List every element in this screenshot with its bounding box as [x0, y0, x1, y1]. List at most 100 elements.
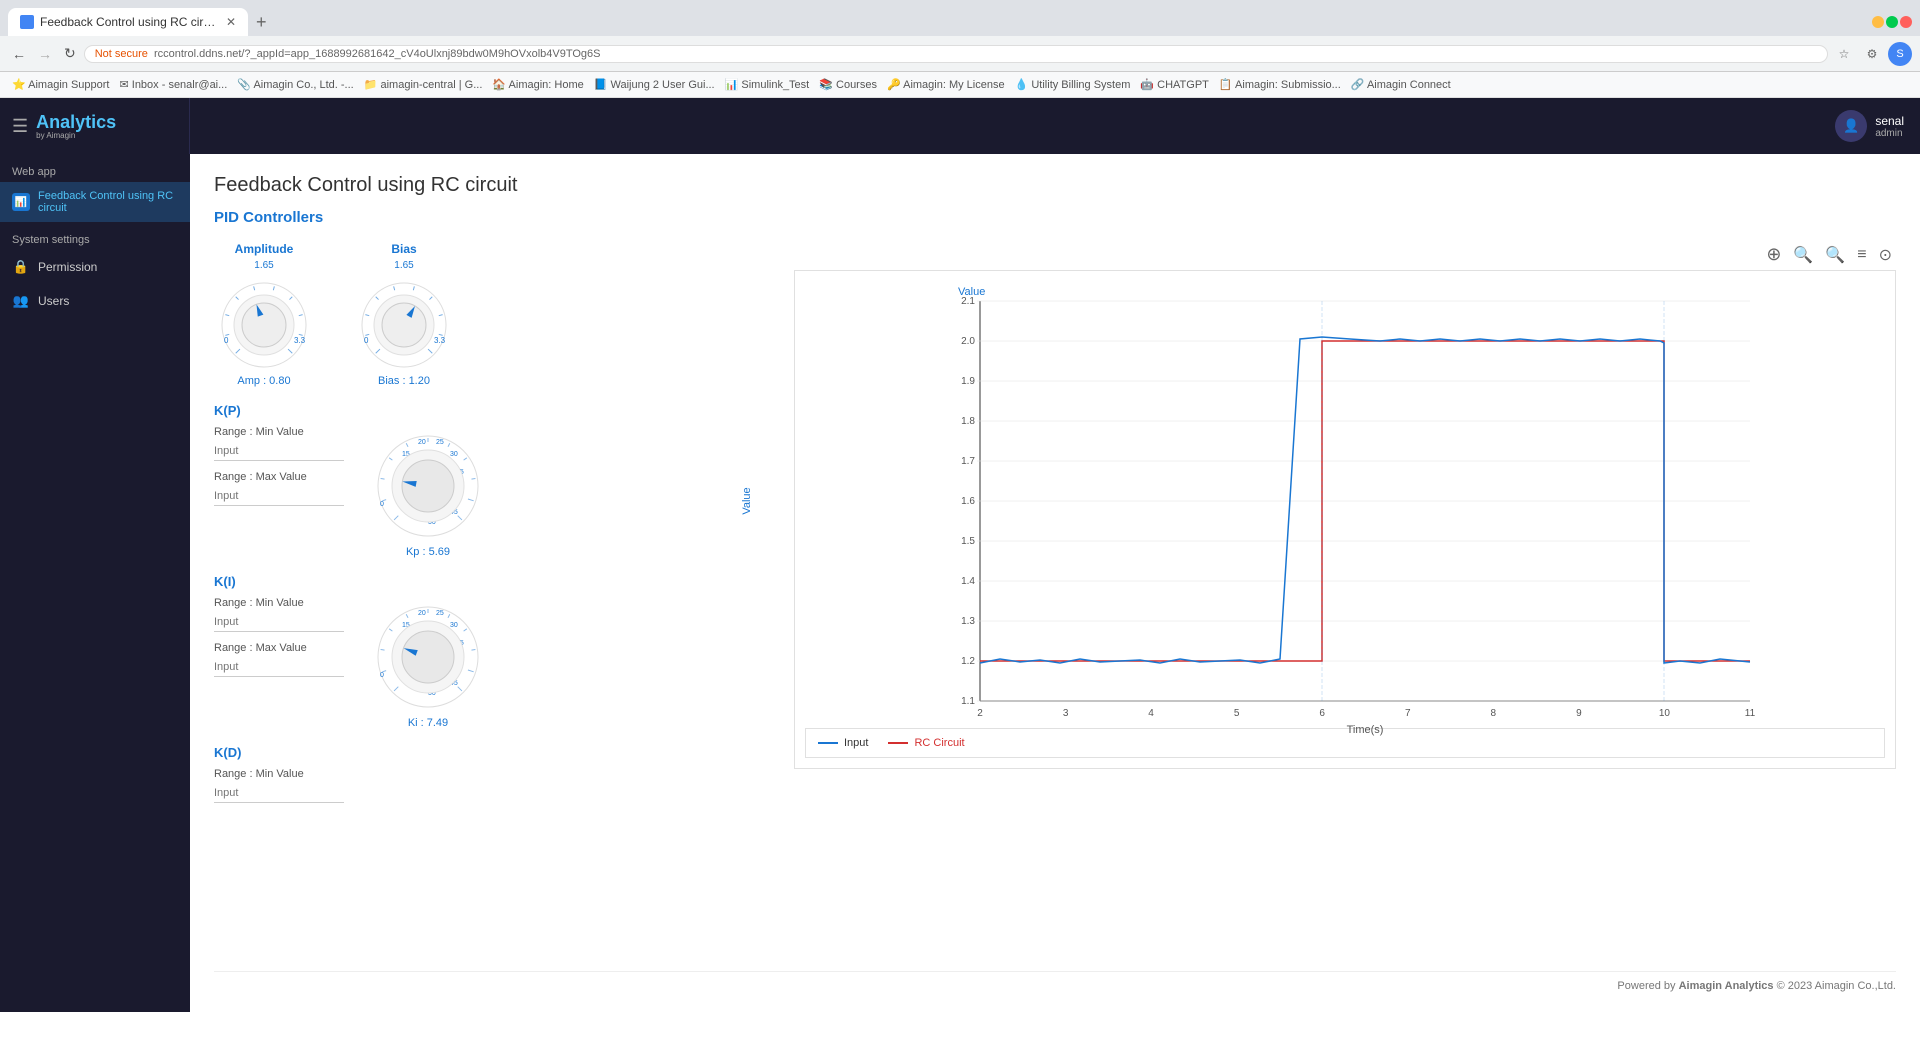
page-subtitle: PID Controllers [214, 209, 1896, 226]
kp-max-input[interactable] [214, 487, 344, 506]
bookmark-aimagin-connect[interactable]: 🔗 Aimagin Connect [1347, 78, 1455, 91]
amplitude-knob[interactable]: 0 3.3 [214, 275, 314, 375]
ki-knob[interactable]: 10 15 20 25 30 35 40 45 50 [368, 597, 488, 717]
kp-min-input[interactable] [214, 442, 344, 461]
chart-move-tool[interactable]: ⊕ [1762, 242, 1785, 267]
nav-refresh-button[interactable]: ↻ [60, 43, 80, 64]
close-button[interactable] [1900, 16, 1912, 28]
kp-label: K(P) [214, 403, 774, 418]
minimize-button[interactable] [1872, 16, 1884, 28]
svg-text:1.6: 1.6 [961, 496, 975, 507]
svg-text:8: 8 [1491, 708, 1497, 719]
user-info: senal admin [1875, 114, 1904, 139]
sidebar-feedback-label: Feedback Control using RC circuit [38, 190, 178, 214]
svg-text:0: 0 [364, 336, 369, 345]
nav-forward-button[interactable]: → [34, 44, 56, 64]
chart-list-tool[interactable]: ≡ [1853, 242, 1870, 267]
svg-text:1.7: 1.7 [961, 456, 975, 467]
kp-section: K(P) Range : Min Value Range : Max Value [214, 403, 774, 558]
bookmark-inbox[interactable]: ✉ Inbox - senalr@ai... [115, 78, 231, 91]
hamburger-icon[interactable]: ☰ [12, 116, 28, 137]
bookmark-utility-billing[interactable]: 💧 Utility Billing System [1011, 78, 1135, 91]
svg-text:25: 25 [436, 439, 444, 446]
svg-text:1.8: 1.8 [961, 416, 975, 427]
kd-min-group: Range : Min Value [214, 768, 774, 803]
bookmark-courses[interactable]: 📚 Courses [815, 78, 881, 91]
sidebar-section-settings: System settings [0, 222, 190, 250]
svg-text:1.9: 1.9 [961, 376, 975, 387]
ki-controls: Range : Min Value Range : Max Value [214, 597, 774, 729]
user-area[interactable]: 👤 senal admin [1835, 110, 1920, 142]
ki-min-label: Range : Min Value [214, 597, 344, 609]
username: senal [1875, 114, 1904, 128]
bias-group: Bias 1.65 [354, 242, 454, 387]
svg-text:5: 5 [1234, 708, 1240, 719]
kp-knob[interactable]: 10 15 20 25 30 35 40 45 50 [368, 426, 488, 546]
amplitude-value-bottom: Amp : 0.80 [237, 375, 290, 387]
bookmark-aimagin-sub[interactable]: 📋 Aimagin: Submissio... [1215, 78, 1345, 91]
svg-text:30: 30 [450, 451, 458, 458]
bookmark-my-license[interactable]: 🔑 Aimagin: My License [883, 78, 1009, 91]
tab-close-icon[interactable]: ✕ [226, 15, 236, 29]
address-text: rccontrol.ddns.net/?_appId=app_168899268… [154, 48, 601, 60]
bookmark-icon[interactable]: ☆ [1832, 42, 1856, 66]
bias-value-top: 1.65 [394, 260, 413, 271]
bookmark-aimagin-support[interactable]: ⭐ Aimagin Support [8, 78, 113, 91]
kp-min-label: Range : Min Value [214, 426, 344, 438]
nav-back-button[interactable]: ← [8, 44, 30, 64]
bookmark-waijung[interactable]: 📘 Waijung 2 User Gui... [590, 78, 719, 91]
sidebar-item-feedback[interactable]: 📊 Feedback Control using RC circuit [0, 182, 190, 222]
bookmark-chatgpt[interactable]: 🤖 CHATGPT [1136, 78, 1213, 91]
svg-text:0: 0 [224, 336, 229, 345]
sidebar-item-permission[interactable]: 🔒 Permission [0, 250, 190, 284]
extensions-icon[interactable]: ⚙ [1860, 42, 1884, 66]
user-role: admin [1875, 128, 1904, 139]
footer-text: Powered by Aimagin Analytics © 2023 Aima… [1617, 980, 1896, 992]
chart-column: ⊕ 🔍 🔍 ≡ ⊙ Value Value [794, 242, 1896, 971]
kd-min-input[interactable] [214, 784, 344, 803]
svg-text:25: 25 [436, 610, 444, 617]
bookmark-aimagin-central[interactable]: 📁 aimagin-central | G... [360, 78, 487, 91]
svg-text:1.5: 1.5 [961, 536, 975, 547]
bookmark-simulink[interactable]: 📊 Simulink_Test [721, 78, 814, 91]
svg-text:2.1: 2.1 [961, 296, 975, 307]
chart-zoom-in-tool[interactable]: 🔍 [1789, 242, 1817, 267]
maximize-button[interactable] [1886, 16, 1898, 28]
chart-zoom-out-tool[interactable]: 🔍 [1821, 242, 1849, 267]
bias-value-bottom: Bias : 1.20 [378, 375, 430, 387]
legend-input-label: Input [844, 737, 868, 749]
permission-icon: 🔒 [12, 258, 30, 276]
tab-title: Feedback Control using RC circu... [40, 15, 220, 29]
bias-knob[interactable]: 0 3.3 [354, 275, 454, 375]
ki-label: K(I) [214, 574, 774, 589]
bookmark-aimagin-co[interactable]: 📎 Aimagin Co., Ltd. -... [233, 78, 357, 91]
svg-text:9: 9 [1576, 708, 1582, 719]
not-secure-label: Not secure [95, 48, 148, 60]
kd-label: K(D) [214, 745, 774, 760]
profile-icon[interactable]: S [1888, 42, 1912, 66]
chart-legend: Input RC Circuit [805, 728, 1885, 758]
ki-min-input[interactable] [214, 613, 344, 632]
chart-settings-tool[interactable]: ⊙ [1875, 242, 1896, 267]
svg-text:30: 30 [450, 622, 458, 629]
avatar: 👤 [1835, 110, 1867, 142]
address-bar[interactable]: Not secure rccontrol.ddns.net/?_appId=ap… [84, 45, 1828, 63]
bookmark-aimagin-home[interactable]: 🏠 Aimagin: Home [488, 78, 587, 91]
kd-min-label: Range : Min Value [214, 768, 774, 780]
ki-knob-group: 10 15 20 25 30 35 40 45 50 [368, 597, 488, 729]
sidebar-permission-label: Permission [38, 260, 97, 274]
ki-max-input[interactable] [214, 658, 344, 677]
new-tab-button[interactable]: + [248, 12, 275, 33]
svg-text:7: 7 [1405, 708, 1411, 719]
users-icon: 👥 [12, 292, 30, 310]
kp-max-group: Range : Max Value [214, 471, 344, 506]
controls-chart-row: Amplitude 1.65 [214, 242, 1896, 971]
svg-text:2: 2 [977, 708, 983, 719]
ki-section: K(I) Range : Min Value Range : Max Value [214, 574, 774, 729]
svg-text:0: 0 [380, 501, 384, 508]
sidebar-item-users[interactable]: 👥 Users [0, 284, 190, 318]
controls-column: Amplitude 1.65 [214, 242, 774, 971]
active-tab[interactable]: Feedback Control using RC circu... ✕ [8, 8, 248, 36]
svg-text:0: 0 [380, 672, 384, 679]
legend-rc-label: RC Circuit [914, 737, 964, 749]
